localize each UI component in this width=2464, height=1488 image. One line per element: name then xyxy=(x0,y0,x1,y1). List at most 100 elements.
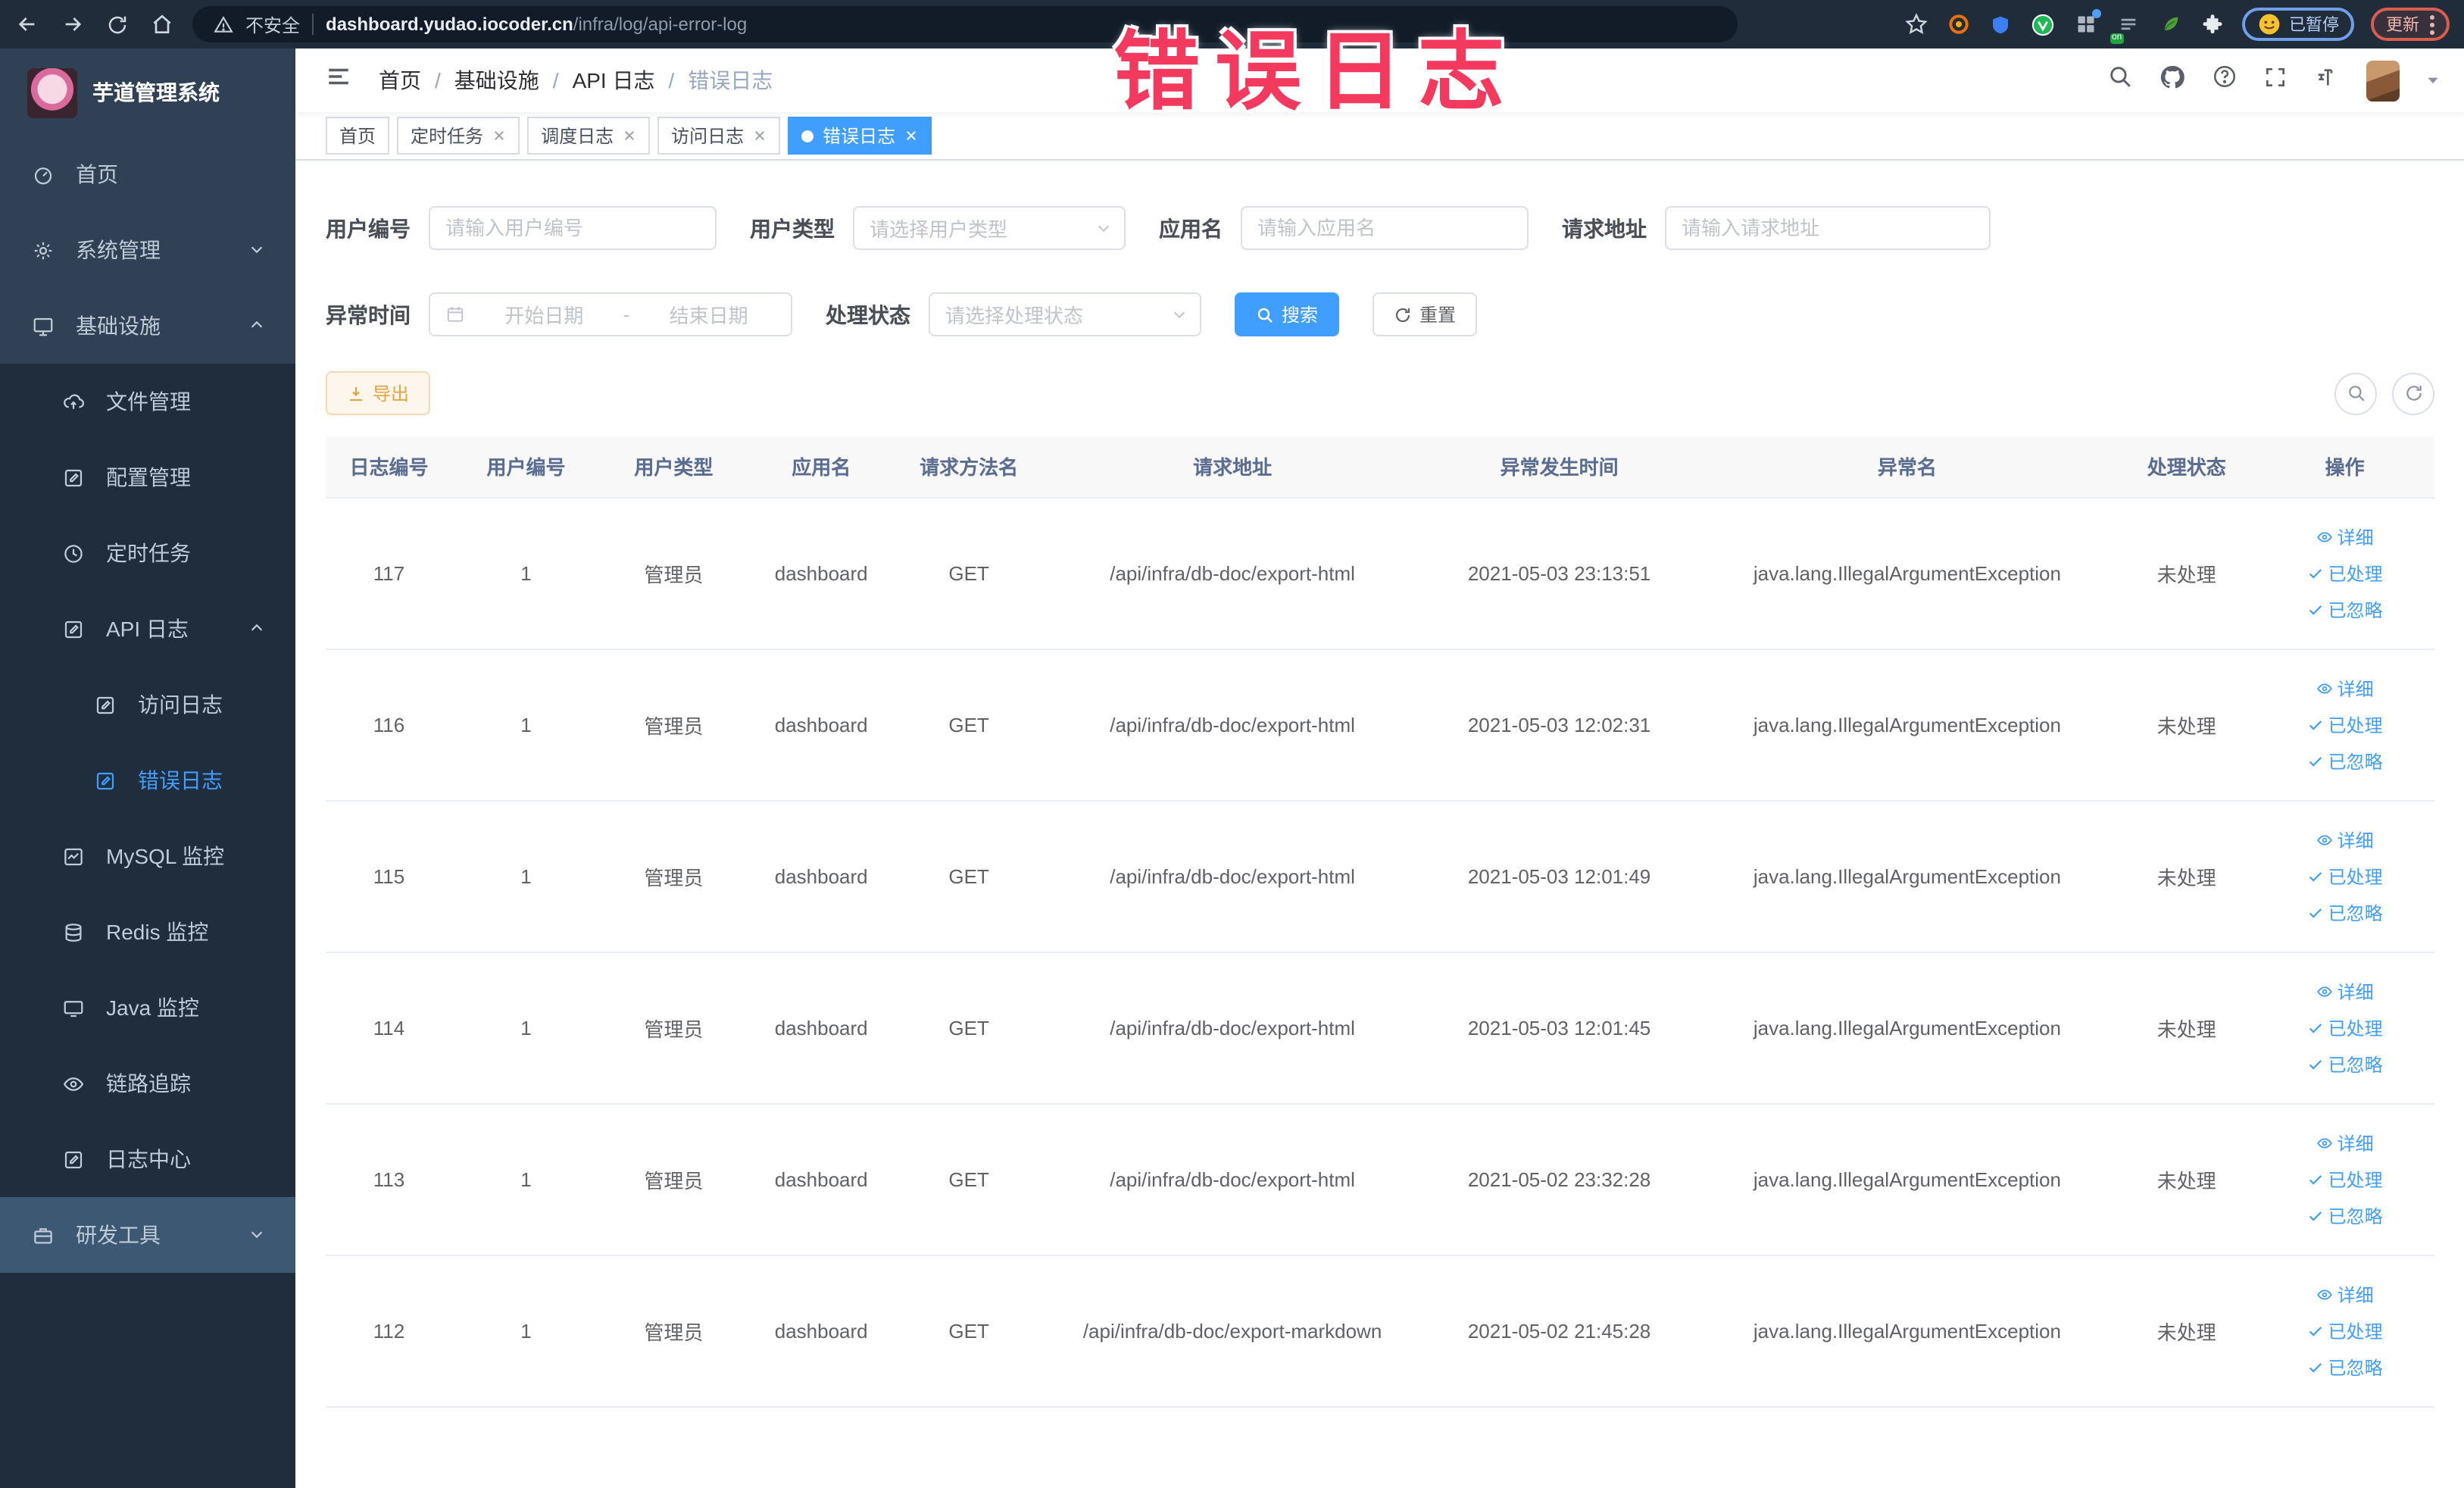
app-logo-row: 芋道管理系统 xyxy=(0,48,295,136)
search-icon xyxy=(1257,307,1273,322)
extension-shield-icon[interactable] xyxy=(1988,11,2013,37)
font-size-icon[interactable] xyxy=(2313,64,2341,96)
close-icon[interactable] xyxy=(753,129,767,142)
tab-error-log[interactable]: 错误日志 xyxy=(788,117,932,155)
mark-handled-link[interactable]: 已处理 xyxy=(2307,560,2383,586)
check-icon xyxy=(2309,605,2322,614)
sidebar-item-mysql-monitor[interactable]: MySQL 监控 xyxy=(0,818,295,894)
tab-access-log[interactable]: 访问日志 xyxy=(657,117,781,155)
col-actions: 操作 xyxy=(2255,436,2434,498)
reload-icon[interactable] xyxy=(106,13,129,36)
mark-ignored-link[interactable]: 已忽略 xyxy=(2307,748,2383,774)
extension-orange-icon[interactable] xyxy=(1945,11,1971,37)
sidebar-item-config-manage[interactable]: 配置管理 xyxy=(0,439,295,515)
sidebar-item-system[interactable]: 系统管理 xyxy=(0,212,295,288)
sidebar-item-cron-job[interactable]: 定时任务 xyxy=(0,515,295,591)
profile-paused-badge[interactable]: 已暂停 xyxy=(2242,8,2354,41)
refresh-table-button[interactable] xyxy=(2392,372,2434,414)
close-icon[interactable] xyxy=(623,129,636,142)
check-icon xyxy=(2309,1362,2322,1372)
hamburger-icon[interactable] xyxy=(326,64,351,97)
detail-link[interactable]: 详细 xyxy=(2316,1281,2374,1307)
user-id-input[interactable] xyxy=(429,206,717,250)
toggle-search-button[interactable] xyxy=(2334,372,2377,414)
home-icon[interactable] xyxy=(150,12,174,36)
col-user-type: 用户类型 xyxy=(599,436,748,498)
extension-on-badge-icon[interactable]: on xyxy=(2110,11,2141,43)
search-icon[interactable] xyxy=(2107,64,2133,97)
mark-handled-link[interactable]: 已处理 xyxy=(2307,1166,2383,1192)
mark-ignored-link[interactable]: 已忽略 xyxy=(2307,1354,2383,1380)
eye-icon xyxy=(2316,834,2332,845)
extension-green-v-icon[interactable] xyxy=(2030,11,2056,37)
request-url-input[interactable] xyxy=(1665,206,1991,250)
display-icon xyxy=(64,1000,83,1017)
date-range-picker[interactable]: 开始日期 - 结束日期 xyxy=(429,292,792,336)
detail-link[interactable]: 详细 xyxy=(2316,1130,2374,1155)
sidebar-item-home[interactable]: 首页 xyxy=(0,136,295,212)
detail-link[interactable]: 详细 xyxy=(2316,827,2374,852)
status-select[interactable]: 请选择处理状态 xyxy=(929,292,1201,336)
tab-home[interactable]: 首页 xyxy=(326,117,390,155)
detail-link[interactable]: 详细 xyxy=(2316,675,2374,701)
sidebar-item-log-center[interactable]: 日志中心 xyxy=(0,1121,295,1197)
extension-leaf-icon[interactable] xyxy=(2157,11,2183,37)
mark-handled-link[interactable]: 已处理 xyxy=(2307,1014,2383,1040)
table-row: 116 1 管理员 dashboard GET /api/infra/db-do… xyxy=(326,649,2434,801)
bookmark-star-icon[interactable] xyxy=(1903,11,1928,37)
user-type-select[interactable]: 请选择用户类型 xyxy=(853,206,1126,250)
monitor-icon xyxy=(33,317,53,336)
export-button[interactable]: 导出 xyxy=(326,371,431,415)
tab-schedule-log[interactable]: 调度日志 xyxy=(527,117,651,155)
mark-handled-link[interactable]: 已处理 xyxy=(2307,863,2383,889)
sidebar-item-dev-tools[interactable]: 研发工具 xyxy=(0,1197,295,1273)
caret-down-icon[interactable] xyxy=(2425,73,2441,88)
back-icon[interactable] xyxy=(15,12,39,36)
mark-handled-link[interactable]: 已处理 xyxy=(2307,711,2383,737)
sidebar-item-redis-monitor[interactable]: Redis 监控 xyxy=(0,894,295,970)
mark-ignored-link[interactable]: 已忽略 xyxy=(2307,1051,2383,1077)
close-icon[interactable] xyxy=(492,129,506,142)
reset-button[interactable]: 重置 xyxy=(1373,292,1478,336)
breadcrumb-home[interactable]: 首页 xyxy=(379,65,421,95)
app-title: 芋道管理系统 xyxy=(92,80,220,105)
sidebar-item-file-manage[interactable]: 文件管理 xyxy=(0,364,295,439)
gear-icon xyxy=(34,241,52,259)
chevron-down-icon xyxy=(1098,225,1110,233)
browser-update-button[interactable]: 更新 xyxy=(2371,8,2450,41)
col-method: 请求方法名 xyxy=(895,436,1043,498)
breadcrumb-api-log[interactable]: API 日志 xyxy=(573,65,655,95)
sidebar-item-tracing[interactable]: 链路追踪 xyxy=(0,1046,295,1121)
mark-ignored-link[interactable]: 已忽略 xyxy=(2307,899,2383,925)
help-icon[interactable] xyxy=(2212,64,2238,97)
user-avatar[interactable] xyxy=(2366,60,2400,101)
detail-link[interactable]: 详细 xyxy=(2316,978,2374,1004)
mark-ignored-link[interactable]: 已忽略 xyxy=(2307,1202,2383,1228)
col-request-url: 请求地址 xyxy=(1042,436,1422,498)
sidebar-item-error-log[interactable]: 错误日志 xyxy=(0,742,295,818)
fullscreen-icon[interactable] xyxy=(2263,64,2288,96)
github-icon[interactable] xyxy=(2159,63,2186,98)
url-host: dashboard.yudao.iocoder.cn xyxy=(326,14,573,35)
start-date-placeholder: 开始日期 xyxy=(504,305,584,327)
tab-cron-job[interactable]: 定时任务 xyxy=(397,117,520,155)
check-icon xyxy=(2309,1174,2322,1184)
extension-grid-icon[interactable] xyxy=(2072,8,2101,37)
chevron-down-icon xyxy=(1173,311,1185,319)
cloud-upload-icon xyxy=(64,393,84,408)
search-button[interactable]: 搜索 xyxy=(1235,292,1340,336)
extension-puzzle-icon[interactable] xyxy=(2200,11,2225,37)
sidebar-item-infra[interactable]: 基础设施 xyxy=(0,288,295,364)
breadcrumb-infra[interactable]: 基础设施 xyxy=(454,65,539,95)
mark-handled-link[interactable]: 已处理 xyxy=(2307,1318,2383,1343)
sidebar-item-access-log[interactable]: 访问日志 xyxy=(0,667,295,742)
mark-ignored-link[interactable]: 已忽略 xyxy=(2307,596,2383,622)
sidebar-item-java-monitor[interactable]: Java 监控 xyxy=(0,970,295,1046)
forward-icon[interactable] xyxy=(61,12,85,36)
sidebar-item-api-log[interactable]: API 日志 xyxy=(0,591,295,667)
app-name-input[interactable] xyxy=(1241,206,1529,250)
table-row: 117 1 管理员 dashboard GET /api/infra/db-do… xyxy=(326,497,2434,649)
detail-link[interactable]: 详细 xyxy=(2316,524,2374,549)
kebab-menu-icon[interactable] xyxy=(2430,14,2434,34)
close-icon[interactable] xyxy=(904,129,918,142)
